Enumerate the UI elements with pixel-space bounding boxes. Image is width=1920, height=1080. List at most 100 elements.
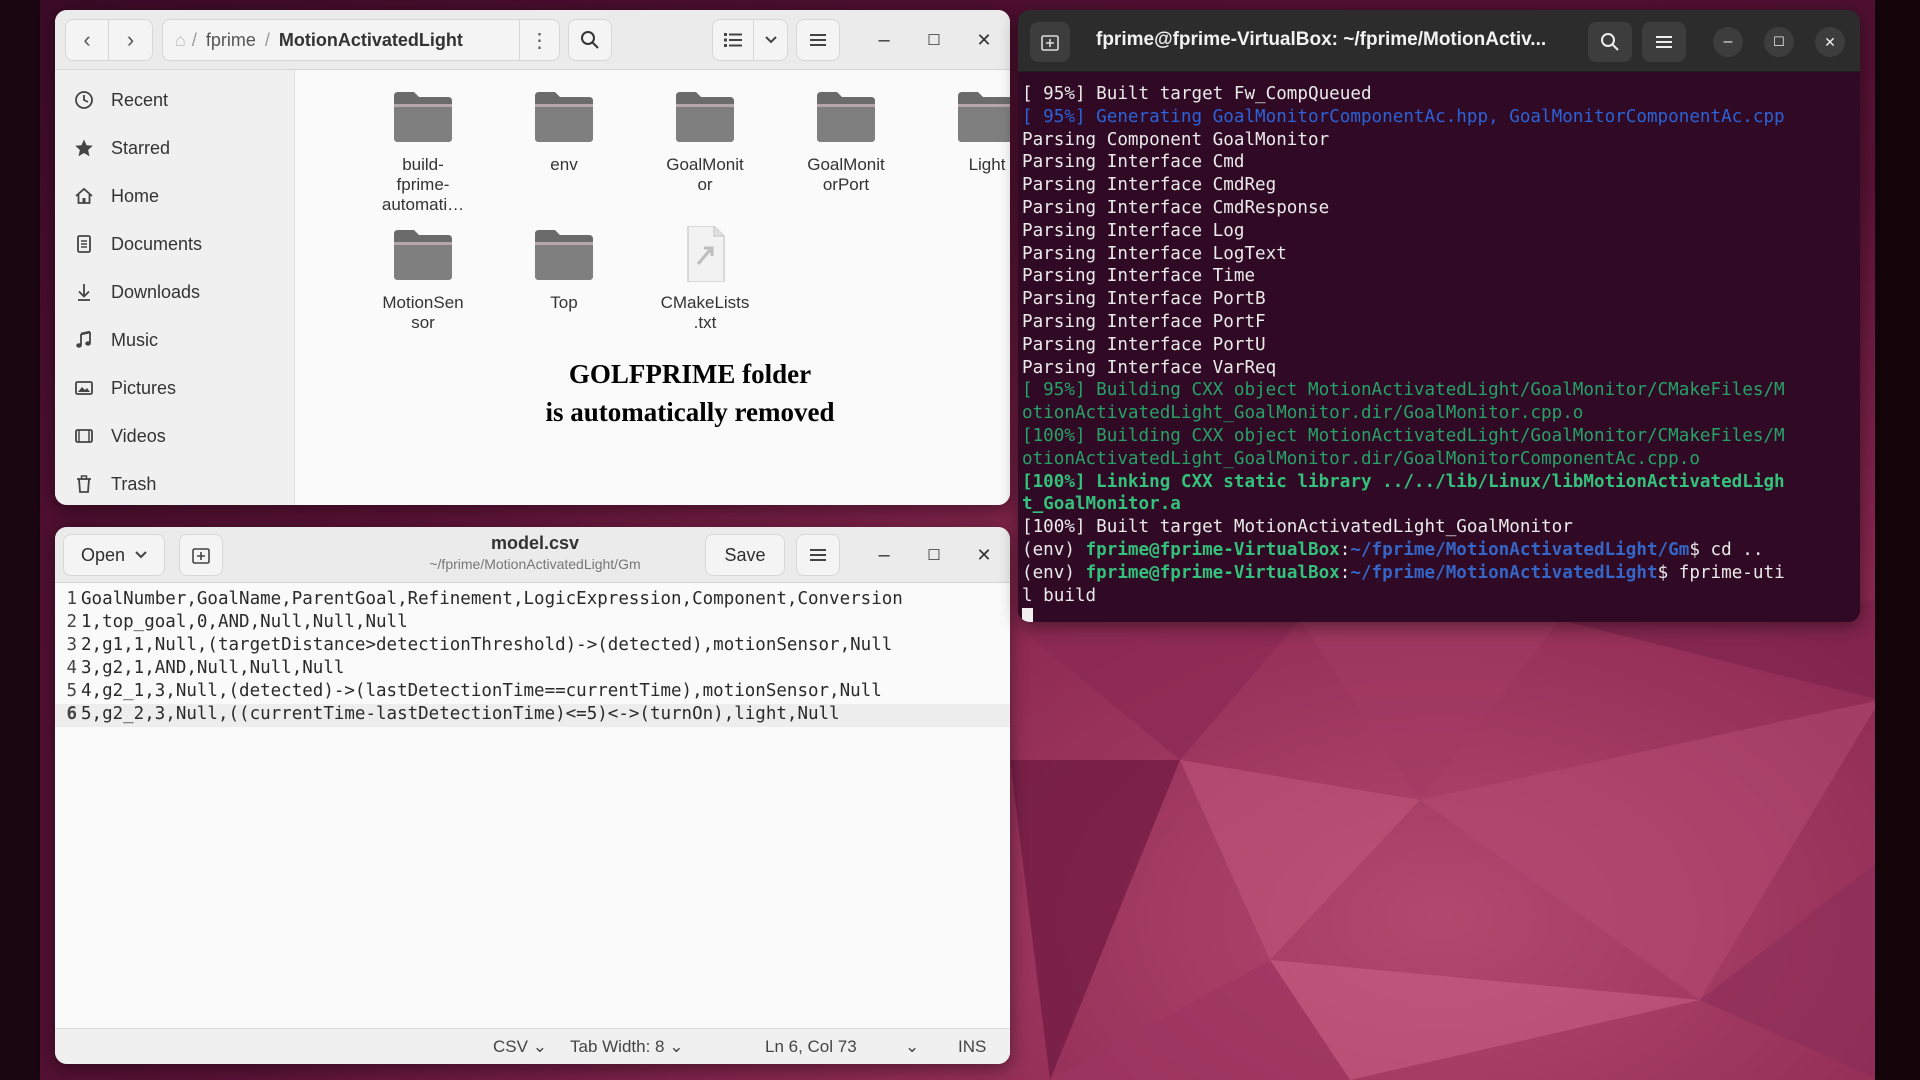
line-number: 1 xyxy=(66,589,77,609)
code-text: 5,g2_2,3,Null,((currentTime-lastDetectio… xyxy=(81,704,840,724)
path-home-segment[interactable]: ⌂ xyxy=(163,30,192,51)
new-tab-icon xyxy=(192,548,210,564)
list-view-icon xyxy=(724,33,742,47)
file-label-line: MotionSen xyxy=(382,293,464,312)
editor-text-area[interactable]: 1 GoalNumber,GoalName,ParentGoal,Refineme… xyxy=(55,583,1010,1028)
path-segment-parent[interactable]: fprime xyxy=(197,30,265,51)
music-icon xyxy=(73,329,95,351)
text-file-icon xyxy=(687,225,725,283)
cursor-position-selector[interactable]: Ln 6, Col 73 xyxy=(765,1037,857,1057)
file-label-line: build- xyxy=(402,155,444,174)
save-button[interactable]: Save xyxy=(705,534,785,576)
sidebar-item-starred[interactable]: Starred xyxy=(55,124,294,172)
path-segment-current[interactable]: MotionActivatedLight xyxy=(270,30,472,51)
insert-mode-indicator[interactable]: INS xyxy=(958,1037,986,1057)
folder-item[interactable]: Top xyxy=(509,226,619,313)
maximize-icon: ☐ xyxy=(927,547,941,564)
minimize-button[interactable]: – xyxy=(864,535,904,575)
terminal-prompt-line: (env) fprime@fprime-VirtualBox:~/fprime/… xyxy=(1022,540,1860,563)
sidebar-item-label: Trash xyxy=(111,473,157,494)
folder-icon xyxy=(817,92,875,142)
close-button[interactable]: ✕ xyxy=(964,535,1004,575)
terminal-prompt-line: (env) fprime@fprime-VirtualBox:~/fprime/… xyxy=(1022,563,1860,586)
sidebar-item-label: Pictures xyxy=(111,377,177,398)
overlay-caption-line2: is automatically removed xyxy=(545,397,835,427)
file-label-line: env xyxy=(550,155,578,174)
forward-button[interactable]: › xyxy=(109,19,153,61)
maximize-button[interactable]: ☐ xyxy=(914,535,954,575)
prompt-user: fprime@fprime-VirtualBox xyxy=(1085,539,1340,560)
minimize-icon: – xyxy=(878,28,890,51)
folder-item[interactable]: GoalMonit orPort xyxy=(791,88,901,195)
download-icon xyxy=(73,281,95,303)
screen-border-right xyxy=(1875,0,1920,1080)
document-filename: model.csv xyxy=(490,533,580,553)
file-label-line: automati… xyxy=(381,195,465,214)
sidebar-item-documents[interactable]: Documents xyxy=(55,220,294,268)
folder-icon xyxy=(535,92,593,142)
minimize-button[interactable]: – xyxy=(864,20,904,60)
sidebar-item-videos[interactable]: Videos xyxy=(55,412,294,460)
editor-title: model.csv ~/fprime/MotionActivatedLight/… xyxy=(375,533,695,572)
screen-border-left xyxy=(0,0,40,1080)
folder-item[interactable]: GoalMonit or xyxy=(650,88,760,195)
terminal-menu-button[interactable] xyxy=(1642,22,1686,62)
list-view-button[interactable] xyxy=(712,19,754,61)
open-button[interactable]: Open xyxy=(63,534,165,576)
minimize-button[interactable]: – xyxy=(1713,27,1743,57)
chevron-down-icon xyxy=(135,551,147,559)
path-bar: ⌂ / fprime / MotionActivatedLight ⋮ xyxy=(162,19,560,61)
cursor-position-label: Ln 6, Col 73 xyxy=(765,1037,857,1056)
close-button[interactable]: ✕ xyxy=(964,20,1004,60)
sidebar-item-trash[interactable]: Trash xyxy=(55,460,294,505)
maximize-icon: ☐ xyxy=(1773,34,1785,49)
line-number: 2 xyxy=(66,612,77,632)
view-options-button[interactable] xyxy=(754,19,788,61)
file-label-line: sor xyxy=(411,313,435,332)
folder-item[interactable]: Light xyxy=(932,88,1010,175)
position-menu-chevron[interactable]: ⌄ xyxy=(905,1037,919,1057)
files-menu-button[interactable] xyxy=(796,19,840,61)
sidebar-item-label: Downloads xyxy=(111,281,201,302)
code-text: 1,top_goal,0,AND,Null,Null,Null xyxy=(81,612,408,632)
file-item[interactable]: CMakeLists .txt xyxy=(650,225,760,333)
sidebar-item-recent[interactable]: Recent xyxy=(55,76,294,124)
code-line: 5 4,g2_1,3,Null,(detected)->(lastDetectio… xyxy=(55,681,1010,704)
sidebar-item-music[interactable]: Music xyxy=(55,316,294,364)
terminal-line: Parsing Interface PortB xyxy=(1022,289,1266,310)
back-button[interactable]: ‹ xyxy=(65,19,109,61)
tab-width-selector[interactable]: Tab Width: 8 ⌄ xyxy=(570,1037,683,1057)
terminal-output[interactable]: [ 95%] Built target Fw_CompQueued [ 95%]… xyxy=(1018,72,1860,622)
folder-item[interactable]: MotionSen sor xyxy=(368,226,478,333)
sidebar-item-downloads[interactable]: Downloads xyxy=(55,268,294,316)
new-tab-button[interactable] xyxy=(179,534,223,576)
maximize-button[interactable]: ☐ xyxy=(914,20,954,60)
terminal-line: Parsing Interface LogText xyxy=(1022,243,1287,264)
path-menu-button[interactable]: ⋮ xyxy=(519,20,559,60)
terminal-line: Parsing Component GoalMonitor xyxy=(1022,129,1330,150)
chevron-down-icon xyxy=(764,36,777,44)
folder-item[interactable]: env xyxy=(509,88,619,175)
folder-icon xyxy=(676,92,734,142)
code-line-current: 6 5,g2_2,3,Null,((currentTime-lastDetecti… xyxy=(55,704,1010,727)
sidebar-item-pictures[interactable]: Pictures xyxy=(55,364,294,412)
file-label-line: GoalMonit xyxy=(807,155,885,174)
language-selector[interactable]: CSV ⌄ xyxy=(493,1037,547,1057)
window-controls: – ☐ ✕ xyxy=(864,535,1004,575)
editor-headerbar: Open model.csv ~/fprime/MotionActivatedL… xyxy=(55,527,1010,583)
close-button[interactable]: ✕ xyxy=(1815,27,1845,57)
terminal-line: [100%] Building CXX object MotionActivat… xyxy=(1022,425,1785,446)
video-icon xyxy=(73,425,95,447)
maximize-button[interactable]: ☐ xyxy=(1764,27,1794,57)
editor-menu-button[interactable] xyxy=(796,534,840,576)
sidebar-item-home[interactable]: Home xyxy=(55,172,294,220)
folder-item[interactable]: build- fprime- automati… xyxy=(368,88,478,215)
terminal-search-button[interactable] xyxy=(1588,22,1632,62)
prompt-path: ~/fprime/MotionActivatedLight xyxy=(1350,562,1658,583)
terminal-line: otionActivatedLight_GoalMonitor.dir/Goal… xyxy=(1022,448,1700,469)
clock-icon xyxy=(73,89,95,111)
minimize-icon: – xyxy=(878,543,890,566)
terminal-line: Parsing Interface CmdResponse xyxy=(1022,197,1330,218)
new-tab-button[interactable] xyxy=(1030,22,1070,62)
search-button[interactable] xyxy=(568,19,612,61)
